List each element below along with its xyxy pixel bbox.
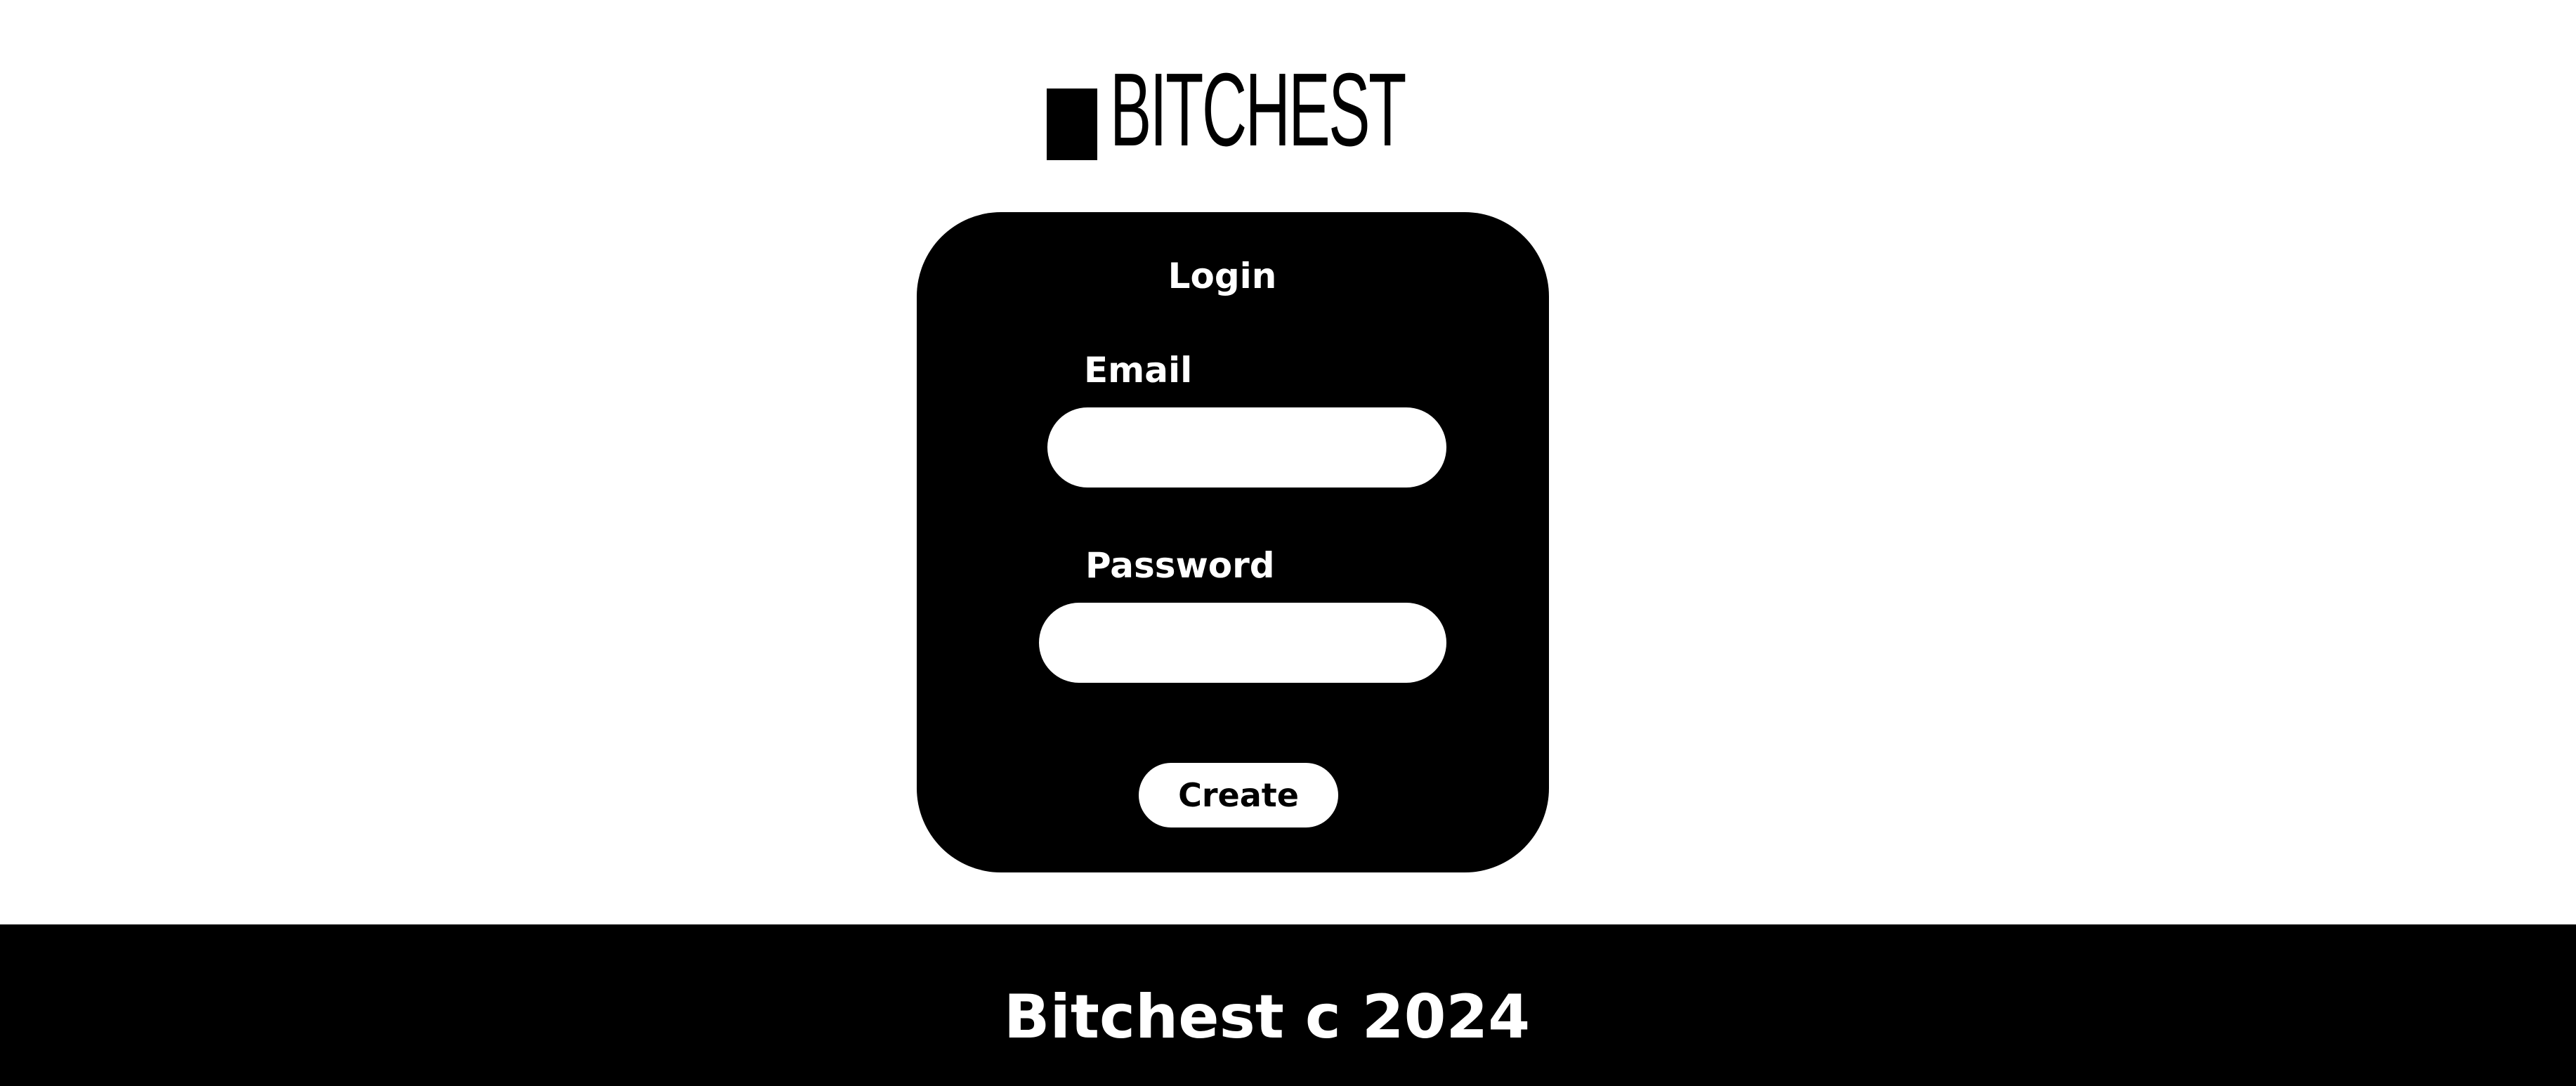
logo: BITCHEST [1047,58,1440,162]
login-title: Login [1168,256,1277,296]
footer-copyright: Bitchest c 2024 [1003,982,1531,1052]
email-field[interactable] [1047,407,1446,488]
logo-text: BITCHEST [1110,52,1406,168]
email-label: Email [1084,350,1193,391]
password-field[interactable] [1039,603,1446,683]
create-button[interactable]: Create [1139,763,1338,827]
footer: Bitchest c 2024 [0,924,2576,1086]
login-card: Login Email Password Create [917,212,1549,872]
password-label: Password [1085,545,1275,586]
logo-square-mark [1047,89,1097,160]
